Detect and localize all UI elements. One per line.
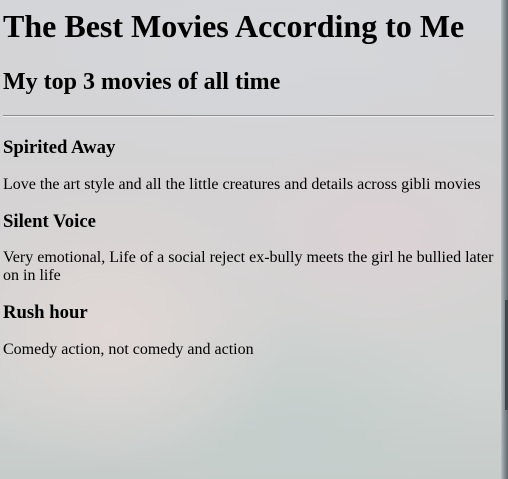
- movie-title: Rush hour: [3, 302, 88, 323]
- movie-description: Comedy action, not comedy and action: [3, 341, 254, 358]
- movie-item-spirited-away: Spirited Away Love the art style and all…: [3, 137, 494, 194]
- divider: [3, 115, 494, 117]
- page-subtitle: My top 3 movies of all time: [3, 69, 281, 95]
- movie-title: Silent Voice: [3, 211, 96, 232]
- page-title: The Best Movies According to Me: [3, 8, 465, 44]
- movie-title: Spirited Away: [3, 137, 116, 158]
- movie-item-silent-voice: Silent Voice Very emotional, Life of a s…: [3, 211, 494, 285]
- page-content: The Best Movies According to Me My top 3…: [3, 0, 494, 359]
- movie-item-rush-hour: Rush hour Comedy action, not comedy and …: [3, 302, 494, 359]
- movie-description: Very emotional, Life of a social reject …: [3, 249, 494, 284]
- movie-description: Love the art style and all the little cr…: [3, 176, 481, 193]
